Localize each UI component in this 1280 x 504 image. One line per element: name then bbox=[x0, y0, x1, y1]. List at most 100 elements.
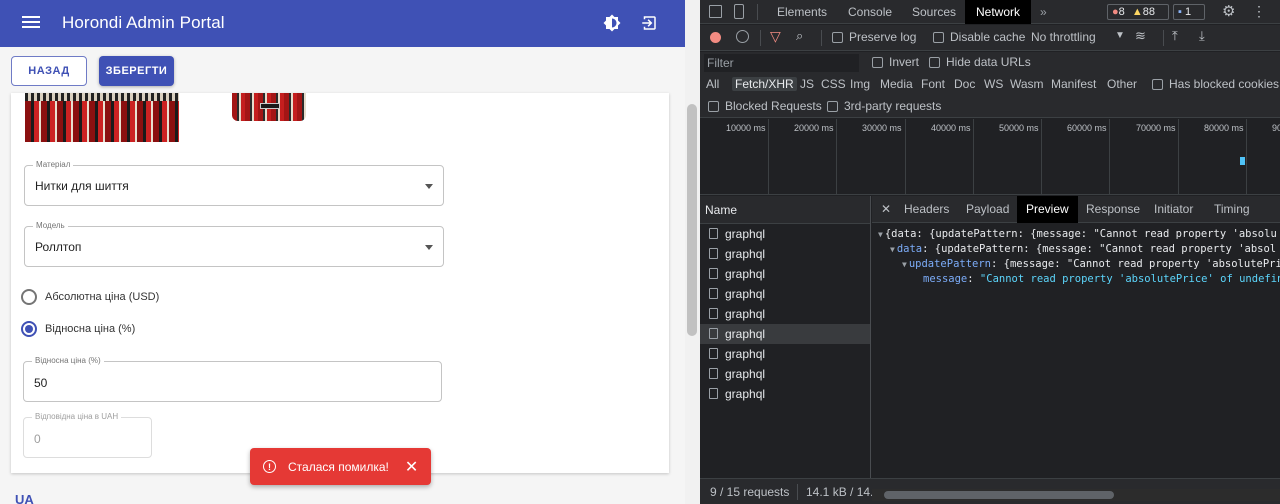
close-icon[interactable]: ✕ bbox=[881, 196, 891, 223]
tab-sources[interactable]: Sources bbox=[912, 0, 956, 24]
third-party-label: 3rd-party requests bbox=[844, 99, 942, 113]
request-row[interactable]: graphql bbox=[700, 264, 870, 284]
search-icon[interactable]: ⌕ bbox=[796, 28, 803, 44]
type-fetch-xhr[interactable]: Fetch/XHR bbox=[732, 77, 797, 91]
request-count: 9 / 15 requests bbox=[710, 485, 790, 499]
file-icon bbox=[709, 308, 718, 319]
tab-console[interactable]: Console bbox=[848, 0, 892, 24]
theme-toggle-icon[interactable] bbox=[603, 14, 621, 32]
scrollbar-thumb[interactable] bbox=[687, 104, 697, 336]
import-har-icon[interactable]: ⤒ bbox=[1172, 28, 1178, 44]
export-har-icon[interactable]: ⤓ bbox=[1199, 28, 1205, 44]
error-count-icon: ● bbox=[1112, 6, 1119, 18]
timeline-tick: 10000 ms bbox=[726, 123, 766, 133]
network-timeline[interactable]: 10000 ms 20000 ms 30000 ms 40000 ms 5000… bbox=[700, 119, 1280, 195]
type-wasm[interactable]: Wasm bbox=[1010, 77, 1044, 91]
pattern-form-card: Матеріал Нитки для шиття Модель Роллтоп … bbox=[11, 93, 669, 473]
error-icon: ! bbox=[263, 460, 276, 473]
back-button[interactable]: НАЗАД bbox=[11, 56, 87, 86]
request-row[interactable]: graphql bbox=[700, 244, 870, 264]
preview-message-text: "Cannot read property 'absolutePrice' of… bbox=[979, 273, 1280, 285]
third-party-checkbox[interactable] bbox=[827, 101, 838, 112]
model-select[interactable]: Модель Роллтоп bbox=[24, 221, 444, 267]
type-manifest[interactable]: Manifest bbox=[1051, 77, 1096, 91]
timeline-tick: 30000 ms bbox=[862, 123, 902, 133]
device-toolbar-icon[interactable] bbox=[734, 4, 744, 19]
tab-elements[interactable]: Elements bbox=[777, 0, 827, 24]
type-other[interactable]: Other bbox=[1107, 77, 1137, 91]
uah-price-label: Відповідна ціна в UAH bbox=[32, 412, 122, 422]
filter-input[interactable]: Filter bbox=[704, 54, 859, 72]
has-blocked-cookies-checkbox[interactable] bbox=[1152, 79, 1163, 90]
tab-initiator[interactable]: Initiator bbox=[1154, 196, 1193, 223]
preview-line-root[interactable]: ▼ {data: {updatePattern: {message: "Canno… bbox=[878, 228, 1277, 240]
save-button[interactable]: ЗБЕРЕГТИ bbox=[99, 56, 174, 86]
radio-button-icon[interactable] bbox=[21, 289, 37, 305]
dropdown-arrow-icon bbox=[425, 244, 433, 250]
filter-icon[interactable]: ▽ bbox=[770, 28, 781, 45]
preview-update-pattern-text: : {message: "Cannot read property 'absol… bbox=[991, 258, 1280, 270]
type-css[interactable]: CSS bbox=[821, 77, 846, 91]
more-options-icon[interactable]: ⋮ bbox=[1252, 3, 1266, 20]
type-img[interactable]: Img bbox=[850, 77, 870, 91]
request-row[interactable]: graphql bbox=[700, 304, 870, 324]
request-row[interactable]: graphql bbox=[700, 284, 870, 304]
request-name: graphql bbox=[725, 307, 766, 321]
radio-button-checked-icon[interactable] bbox=[21, 321, 37, 337]
throttling-select[interactable]: No throttling bbox=[1031, 30, 1096, 44]
issues-badge[interactable]: ●8 ▲88 bbox=[1107, 4, 1169, 20]
hide-data-urls-label: Hide data URLs bbox=[946, 55, 1031, 69]
messages-badge[interactable]: ▪ 1 bbox=[1173, 4, 1205, 20]
file-icon bbox=[709, 328, 718, 339]
chevron-down-icon[interactable]: ▼ bbox=[1115, 30, 1125, 41]
error-count: 8 bbox=[1118, 6, 1125, 18]
material-select[interactable]: Матеріал Нитки для шиття bbox=[24, 160, 444, 206]
request-row[interactable]: graphql bbox=[700, 344, 870, 364]
preserve-log-checkbox[interactable] bbox=[832, 32, 843, 43]
preview-horizontal-scrollbar[interactable] bbox=[872, 489, 1280, 501]
network-conditions-icon[interactable]: ≋ bbox=[1135, 28, 1146, 44]
relative-price-field[interactable]: Відносна ціна (%) 50 bbox=[23, 356, 442, 402]
clear-icon[interactable] bbox=[736, 30, 749, 43]
type-font[interactable]: Font bbox=[921, 77, 945, 91]
type-doc[interactable]: Doc bbox=[954, 77, 975, 91]
tab-response[interactable]: Response bbox=[1086, 196, 1140, 223]
type-js[interactable]: JS bbox=[800, 77, 814, 91]
section-title: UA bbox=[15, 492, 34, 504]
tab-payload[interactable]: Payload bbox=[966, 196, 1009, 223]
logout-icon[interactable] bbox=[640, 14, 658, 32]
preview-line-data[interactable]: ▼ data: {updatePattern: {message: "Cannot… bbox=[890, 243, 1276, 255]
radio-absolute-price[interactable]: Абсолютна ціна (USD) bbox=[21, 289, 159, 305]
type-ws[interactable]: WS bbox=[984, 77, 1003, 91]
request-row[interactable]: graphql bbox=[700, 224, 870, 244]
close-icon[interactable]: ✕ bbox=[405, 457, 418, 477]
invert-checkbox[interactable] bbox=[872, 57, 883, 68]
radio-relative-price[interactable]: Відносна ціна (%) bbox=[21, 321, 135, 337]
tab-headers[interactable]: Headers bbox=[904, 196, 949, 223]
file-icon bbox=[709, 388, 718, 399]
preview-line-message[interactable]: message: "Cannot read property 'absolute… bbox=[923, 273, 1280, 285]
preview-line-update-pattern[interactable]: ▼ updatePattern: {message: "Cannot read p… bbox=[902, 258, 1280, 270]
type-all[interactable]: All bbox=[706, 77, 719, 91]
page-scrollbar[interactable] bbox=[685, 0, 700, 504]
more-tabs-icon[interactable]: » bbox=[1040, 0, 1047, 24]
request-row[interactable]: graphql bbox=[700, 324, 870, 344]
menu-icon[interactable] bbox=[22, 14, 40, 32]
record-button-icon[interactable] bbox=[710, 32, 721, 43]
name-column-header[interactable]: Name bbox=[700, 196, 870, 224]
tab-preview[interactable]: Preview bbox=[1017, 196, 1078, 223]
disable-cache-checkbox[interactable] bbox=[933, 32, 944, 43]
hide-data-urls-checkbox[interactable] bbox=[929, 57, 940, 68]
tab-network[interactable]: Network bbox=[965, 0, 1032, 24]
error-message: Сталася помилка! bbox=[288, 459, 389, 474]
settings-gear-icon[interactable]: ⚙ bbox=[1222, 2, 1235, 20]
request-row[interactable]: graphql bbox=[700, 384, 870, 404]
preview-key-update-pattern: updatePattern bbox=[908, 258, 992, 270]
timeline-tick: 80000 ms bbox=[1204, 123, 1244, 133]
relative-price-value: 50 bbox=[34, 376, 48, 390]
type-media[interactable]: Media bbox=[880, 77, 913, 91]
inspect-element-icon[interactable] bbox=[709, 5, 722, 18]
request-row[interactable]: graphql bbox=[700, 364, 870, 384]
blocked-requests-checkbox[interactable] bbox=[708, 101, 719, 112]
tab-timing[interactable]: Timing bbox=[1214, 196, 1250, 223]
